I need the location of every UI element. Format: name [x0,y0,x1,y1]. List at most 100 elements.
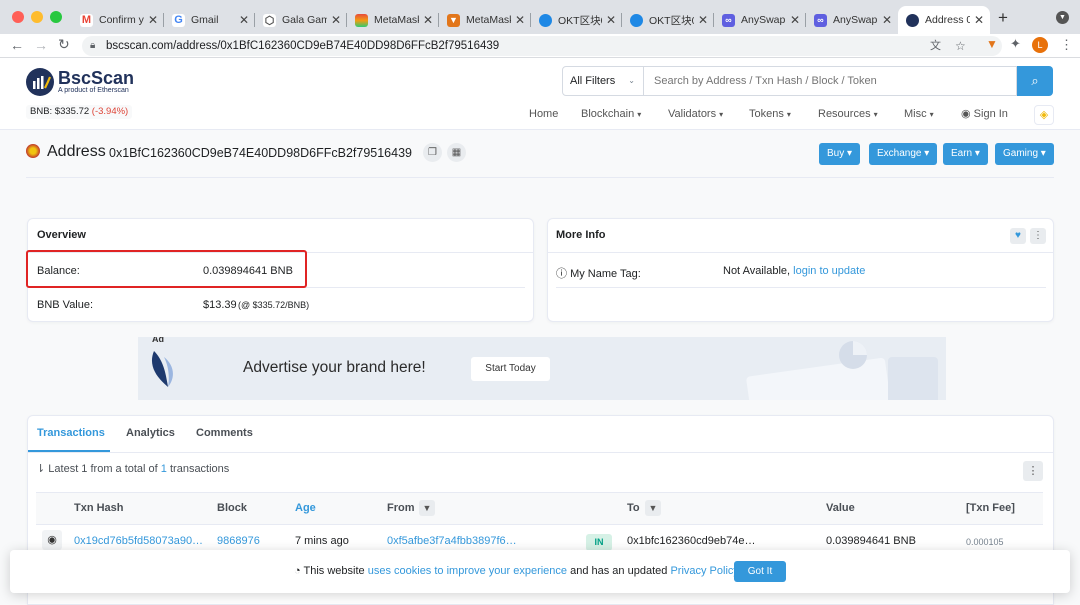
heart-icon[interactable]: ♥ [1010,228,1026,244]
nav-blockchain[interactable]: Blockchain ▾ [581,108,641,120]
browser-menu-icon[interactable]: ⋮ [1060,37,1073,53]
close-tab-icon[interactable]: ✕ [974,13,984,27]
browser-tab[interactable]: ∞ AnySwap ✕ [806,6,898,34]
close-tab-icon[interactable]: ✕ [148,13,158,27]
exchange-button[interactable]: Exchange ▾ [869,143,938,165]
filter-to-icon[interactable]: ▼ [645,500,661,516]
chevron-down-icon: ▾ [786,110,791,119]
browser-tab[interactable]: ▼ MetaMask ✕ [439,6,531,34]
gaming-button[interactable]: Gaming ▾ [995,143,1054,165]
filter-from-icon[interactable]: ▼ [419,500,435,516]
browser-tab[interactable]: OKT区块0 ✕ [622,6,714,34]
chevron-down-icon: ▾ [847,148,853,159]
metamask-extension-icon[interactable]: ▼ [986,37,998,51]
more-options-icon[interactable]: ⋮ [1030,228,1046,244]
close-tab-icon[interactable]: ✕ [515,13,525,27]
close-tab-icon[interactable]: ✕ [698,13,708,27]
close-tab-icon[interactable]: ✕ [331,13,341,27]
col-age[interactable]: Age [295,502,316,514]
block-link[interactable]: 9868976 [217,535,260,547]
profile-avatar[interactable]: L [1032,37,1048,53]
browser-tab[interactable]: M Confirm y ✕ [72,6,164,34]
search-filter-select[interactable]: All Filters ⌄ [562,66,644,96]
back-arrow-icon[interactable]: ← [10,37,24,53]
tx-fee: 0.000105 [966,537,1004,547]
forward-arrow-icon[interactable]: → [34,37,48,53]
maximize-window-button[interactable] [50,11,62,23]
tab-label: MetaMask [374,14,419,26]
chevron-down-icon: ▾ [929,110,934,119]
nav-home[interactable]: Home [529,108,558,120]
nav-misc[interactable]: Misc ▾ [904,108,934,120]
buy-button[interactable]: Buy ▾ [819,143,861,165]
close-tab-icon[interactable]: ✕ [423,13,433,27]
eye-icon[interactable]: ◉ [42,530,62,550]
name-tag-value: Not Available, login to update [723,265,865,277]
tab-comments[interactable]: Comments [196,427,253,439]
qr-code-icon[interactable]: ▦ [447,143,466,162]
translate-icon[interactable]: ⽂ [930,36,941,56]
okex-icon [630,13,643,27]
close-tab-icon[interactable]: ✕ [790,13,800,27]
tab-search-icon[interactable]: ▼ [1056,11,1069,24]
tab-analytics[interactable]: Analytics [126,427,175,439]
tx-summary: ⇂ Latest 1 from a total of 1 transaction… [36,462,229,475]
bscscan-icon [906,13,919,27]
tx-count-link[interactable]: 1 [161,463,167,475]
browser-toolbar: ← → ↻ 🔒︎ bscscan.com/address/0x1BfC16236… [0,34,1080,58]
earn-button[interactable]: Earn ▾ [943,143,988,165]
copy-icon[interactable]: ❐ [423,143,442,162]
extensions-puzzle-icon[interactable]: ✦ [1010,36,1021,52]
search-button[interactable]: ⌕ [1017,66,1053,96]
got-it-button[interactable]: Got It [734,561,786,582]
minimize-window-button[interactable] [31,11,43,23]
privacy-policy-link[interactable]: Privacy Policy. [670,565,741,577]
close-tab-icon[interactable]: ✕ [882,13,892,27]
login-to-update-link[interactable]: login to update [793,265,865,277]
tag-label-text: My Name Tag: [570,268,641,280]
tx-hash-link[interactable]: 0x19cd76b5fd58073a90… [74,535,203,547]
reload-icon[interactable]: ↻ [58,36,70,53]
url-text: bscscan.com/address/0x1BfC162360CD9eB74E… [106,40,500,52]
bnb-value-label: BNB Value: [37,299,94,311]
nav-resources[interactable]: Resources ▾ [818,108,878,120]
browser-tab[interactable]: MetaMask ✕ [347,6,439,34]
filter-label: All Filters [570,75,616,87]
ad-banner[interactable]: Ad Advertise your brand here! Start Toda… [138,337,946,400]
browser-tab-active[interactable]: Address 0 ✕ [898,6,990,34]
new-tab-button[interactable]: + [998,8,1008,28]
ad-illustration-icon [746,341,938,400]
chevron-down-icon: ▾ [637,110,642,119]
chevron-down-icon: ▾ [1040,148,1046,159]
tab-label: OKT区块0 [558,14,602,27]
start-today-button[interactable]: Start Today [471,357,550,381]
browser-tab[interactable]: ∞ AnySwap ✕ [714,6,806,34]
bookmark-star-icon[interactable]: ☆ [955,36,966,56]
balance-highlight-box [26,250,307,288]
tab-transactions[interactable]: Transactions [37,427,105,439]
site-logo-name[interactable]: BscScan [58,68,134,89]
browser-tab[interactable]: ⬡ Gala Gam ✕ [255,6,347,34]
bnb-chain-icon[interactable]: ◈ [1034,105,1054,125]
from-address-link[interactable]: 0xf5afbe3f7a4fbb3897f6… [387,535,517,547]
close-tab-icon[interactable]: ✕ [606,13,616,27]
bscscan-logo-icon[interactable] [26,68,54,96]
close-tab-icon[interactable]: ✕ [239,13,249,27]
chevron-down-icon: ▾ [974,148,980,159]
browser-tab[interactable]: OKT区块0 ✕ [531,6,622,34]
gala-games-icon: ⬡ [263,13,276,27]
direction-badge: IN [586,534,612,551]
site-logo-subtitle: A product of Etherscan [58,87,129,94]
close-window-button[interactable] [12,11,24,23]
nav-sign-in[interactable]: ◉ Sign In [961,107,1008,120]
nav-validators[interactable]: Validators ▾ [668,108,723,120]
search-input[interactable] [644,66,1017,96]
nav-label: Resources [818,108,871,120]
lock-icon: 🔒︎ [90,40,96,51]
nav-tokens[interactable]: Tokens ▾ [749,108,791,120]
browser-tab[interactable]: G Gmail ✕ [164,6,255,34]
divider [28,452,1053,453]
address-bar[interactable]: 🔒︎ bscscan.com/address/0x1BfC162360CD9eB… [82,36,1002,56]
cookies-link[interactable]: uses cookies to improve your experience [368,565,567,577]
table-options-icon[interactable]: ⋮ [1023,461,1043,481]
